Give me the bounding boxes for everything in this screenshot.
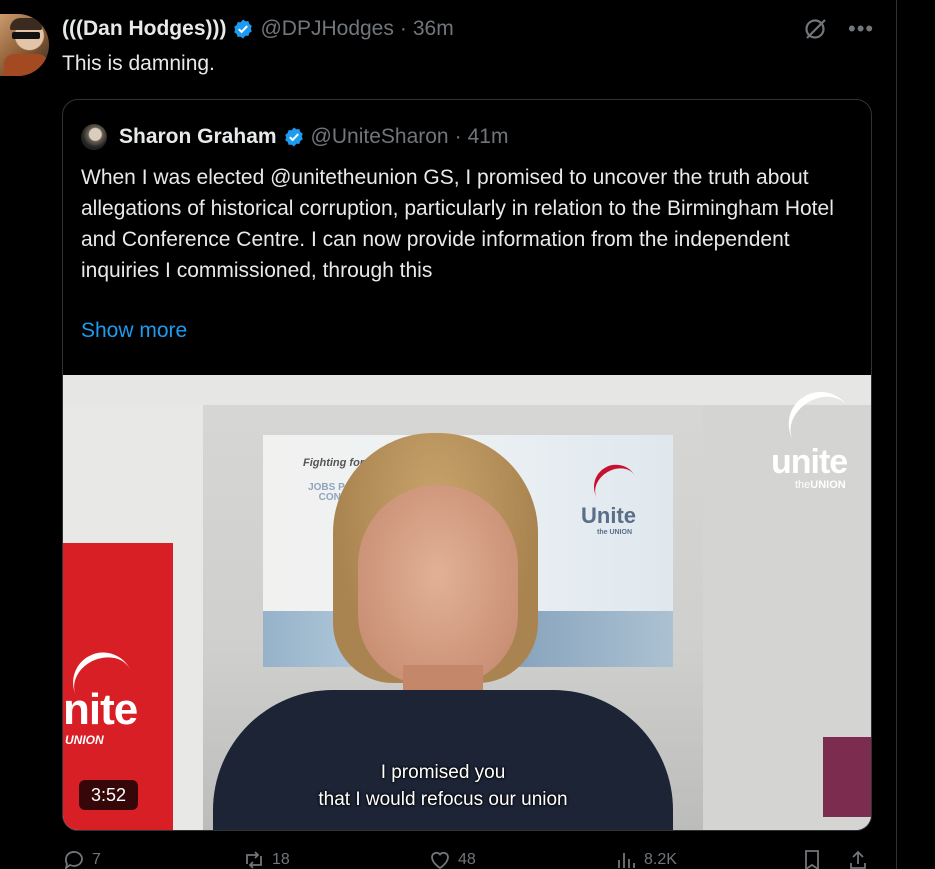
column-divider — [896, 0, 897, 869]
quote-header: Sharon Graham @UniteSharon · 41m — [81, 122, 508, 152]
share-button[interactable] — [846, 848, 870, 869]
video-subtitles: I promised you that I would refocus our … — [318, 762, 568, 810]
tweet-header: (((Dan Hodges))) @DPJHodges · 36m — [62, 16, 454, 42]
heart-icon — [431, 851, 449, 869]
reply-button[interactable]: 7 — [62, 848, 101, 869]
verified-badge-icon — [234, 19, 253, 39]
timestamp[interactable]: 36m — [413, 17, 454, 41]
video-player[interactable]: nite UNION Fighting for JOBS PAY CONDIT … — [63, 375, 871, 830]
quote-timestamp[interactable]: 41m — [468, 125, 509, 149]
share-icon — [850, 850, 866, 869]
tweet-menu: ••• — [802, 16, 874, 42]
avatar[interactable] — [0, 14, 49, 76]
time-separator: · — [454, 125, 462, 148]
views-button[interactable]: 8.2K — [614, 848, 677, 869]
video-watermark-sub: theUNION — [795, 479, 846, 491]
tweet-frame: (((Dan Hodges))) @DPJHodges · 36m ••• Th… — [0, 0, 935, 869]
more-dots-icon[interactable]: ••• — [848, 16, 874, 42]
repost-count: 18 — [272, 851, 290, 868]
views-chart-icon — [618, 853, 635, 868]
time-separator: · — [399, 17, 407, 40]
repost-icon — [246, 851, 262, 869]
like-count: 48 — [458, 851, 476, 868]
video-duration-badge: 3:52 — [79, 780, 139, 810]
reply-count: 7 — [92, 851, 101, 868]
show-more-link[interactable]: Show more — [81, 319, 187, 343]
reply-icon — [64, 851, 83, 869]
author-name[interactable]: (((Dan Hodges))) — [62, 17, 226, 41]
repost-button[interactable]: 18 — [242, 848, 290, 869]
views-count: 8.2K — [644, 851, 677, 868]
quoted-tweet[interactable]: Sharon Graham @UniteSharon · 41m When I … — [62, 99, 872, 831]
like-button[interactable]: 48 — [428, 848, 476, 869]
tweet-text: This is damning. — [62, 52, 215, 75]
author-handle[interactable]: @DPJHodges — [260, 17, 393, 41]
bookmark-button[interactable] — [800, 848, 824, 869]
video-watermark: unite — [771, 443, 848, 481]
quote-author-handle[interactable]: @UniteSharon — [311, 125, 449, 149]
grok-icon[interactable] — [802, 16, 828, 42]
verified-badge-icon — [284, 127, 303, 147]
bookmark-icon — [805, 850, 819, 869]
quote-text: When I was elected @unitetheunion GS, I … — [81, 166, 834, 282]
quote-author-name[interactable]: Sharon Graham — [119, 125, 277, 149]
action-bar: 7 18 48 8.2K — [62, 848, 872, 869]
quote-avatar[interactable] — [81, 124, 107, 150]
